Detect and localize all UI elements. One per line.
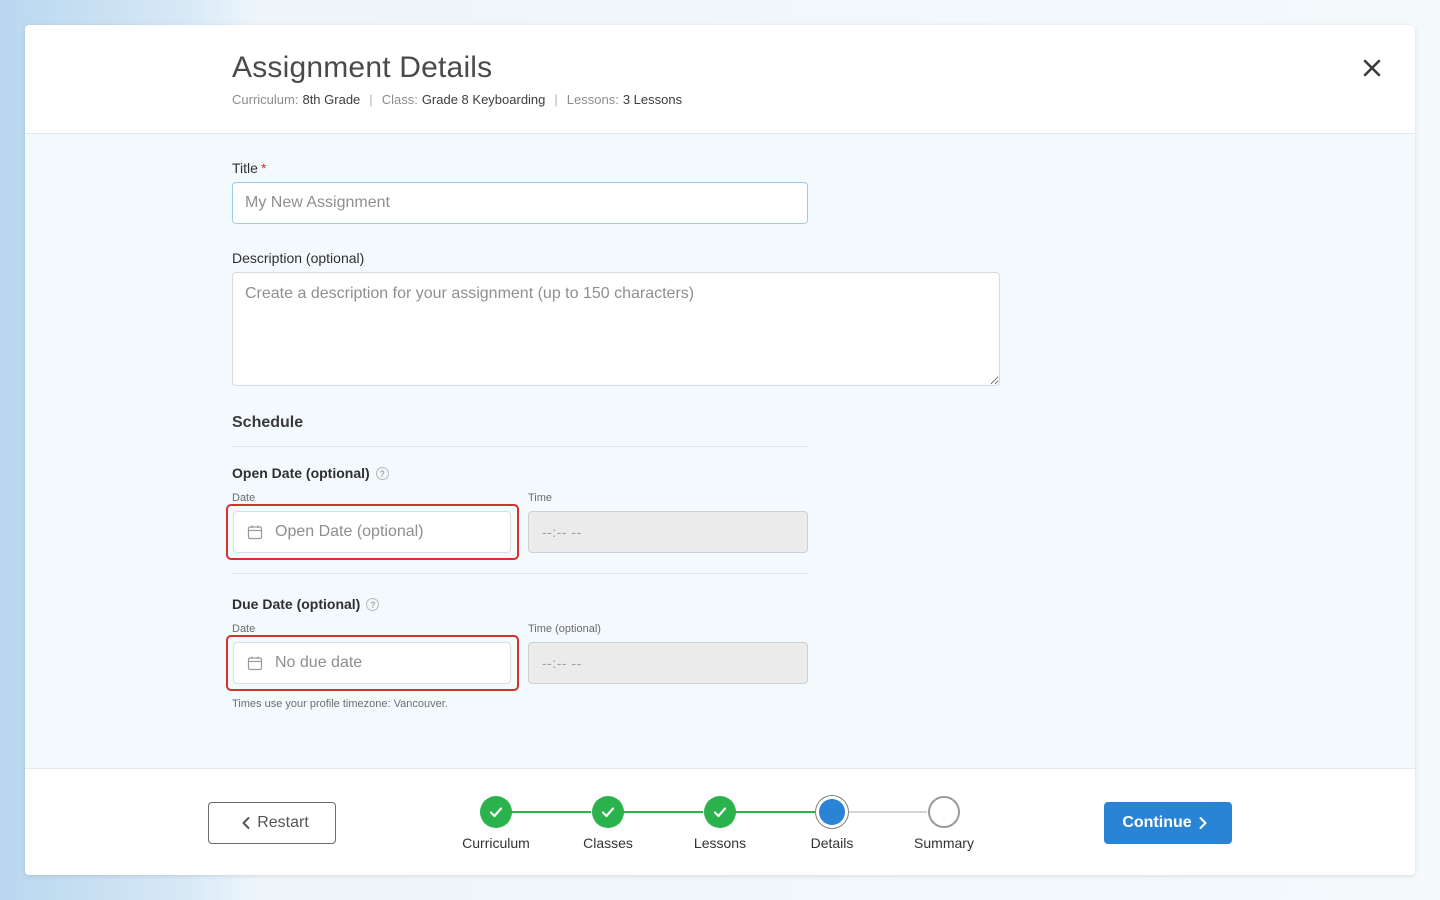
step-connector <box>847 811 927 813</box>
required-mark: * <box>260 160 267 176</box>
open-date-input[interactable]: Open Date (optional) <box>233 511 511 553</box>
check-icon <box>601 807 615 818</box>
meta-class-label: Class: <box>381 92 418 107</box>
due-date-label-text: Due Date (optional) <box>232 596 361 612</box>
assignment-details-modal: Assignment Details Curriculum: 8th Grade… <box>25 25 1415 875</box>
title-label-text: Title <box>232 160 258 176</box>
chevron-right-icon <box>1199 817 1207 829</box>
continue-label: Continue <box>1122 814 1192 831</box>
step-classes[interactable] <box>592 796 624 828</box>
step-curriculum[interactable] <box>480 796 512 828</box>
due-time-placeholder: --:-- -- <box>542 655 582 671</box>
step-label-lessons: Lessons <box>693 835 747 851</box>
meta-lessons-label: Lessons: <box>566 92 619 107</box>
modal-footer: Restart Curriculum Classes Lessons Detai… <box>25 768 1415 875</box>
meta-class-value: Grade 8 Keyboarding <box>421 92 546 107</box>
due-date-date-label: Date <box>232 623 256 635</box>
breadcrumb-meta: Curriculum: 8th Grade | Class: Grade 8 K… <box>232 92 682 107</box>
step-connector <box>511 811 591 813</box>
open-due-divider <box>232 573 808 574</box>
calendar-icon <box>247 525 263 540</box>
due-time-input[interactable]: --:-- -- <box>528 642 808 684</box>
due-date-placeholder: No due date <box>275 654 363 671</box>
close-button[interactable] <box>1359 55 1385 81</box>
meta-separator: | <box>554 92 558 107</box>
step-label-curriculum: Curriculum <box>462 835 530 851</box>
calendar-icon <box>247 656 263 671</box>
modal-header: Assignment Details Curriculum: 8th Grade… <box>25 25 1415 134</box>
due-date-input[interactable]: No due date <box>233 642 511 684</box>
close-icon <box>1363 59 1381 77</box>
schedule-heading: Schedule <box>232 414 304 431</box>
open-date-time-label: Time <box>528 492 553 504</box>
description-label: Description (optional) <box>232 250 365 266</box>
continue-button[interactable]: Continue <box>1104 802 1232 844</box>
step-summary[interactable] <box>928 796 960 828</box>
schedule-divider <box>232 446 808 447</box>
open-time-input[interactable]: --:-- -- <box>528 511 808 553</box>
meta-separator: | <box>369 92 373 107</box>
page-title: Assignment Details <box>232 51 493 84</box>
check-icon <box>489 807 503 818</box>
timezone-note: Times use your profile timezone: Vancouv… <box>232 698 448 710</box>
due-date-label: Due Date (optional) ? <box>232 596 380 612</box>
step-details[interactable] <box>819 799 845 825</box>
check-icon <box>713 807 727 818</box>
open-date-date-label: Date <box>232 492 256 504</box>
meta-curriculum-label: Curriculum: <box>232 92 299 107</box>
step-label-details: Details <box>810 835 854 851</box>
open-date-label: Open Date (optional) ? <box>232 465 389 481</box>
meta-curriculum-value: 8th Grade <box>302 92 361 107</box>
step-lessons[interactable] <box>704 796 736 828</box>
step-label-summary: Summary <box>914 835 974 851</box>
title-input[interactable] <box>232 182 808 224</box>
title-label: Title * <box>232 160 266 176</box>
help-icon[interactable]: ? <box>375 466 389 480</box>
open-time-placeholder: --:-- -- <box>542 524 582 540</box>
open-date-placeholder: Open Date (optional) <box>275 523 424 540</box>
open-date-label-text: Open Date (optional) <box>232 465 370 481</box>
meta-lessons-value: 3 Lessons <box>622 92 683 107</box>
description-input[interactable] <box>232 272 1000 386</box>
step-connector <box>623 811 703 813</box>
due-date-time-label: Time (optional) <box>528 623 601 635</box>
help-icon[interactable]: ? <box>366 597 380 611</box>
step-connector <box>735 811 815 813</box>
step-label-classes: Classes <box>583 835 633 851</box>
